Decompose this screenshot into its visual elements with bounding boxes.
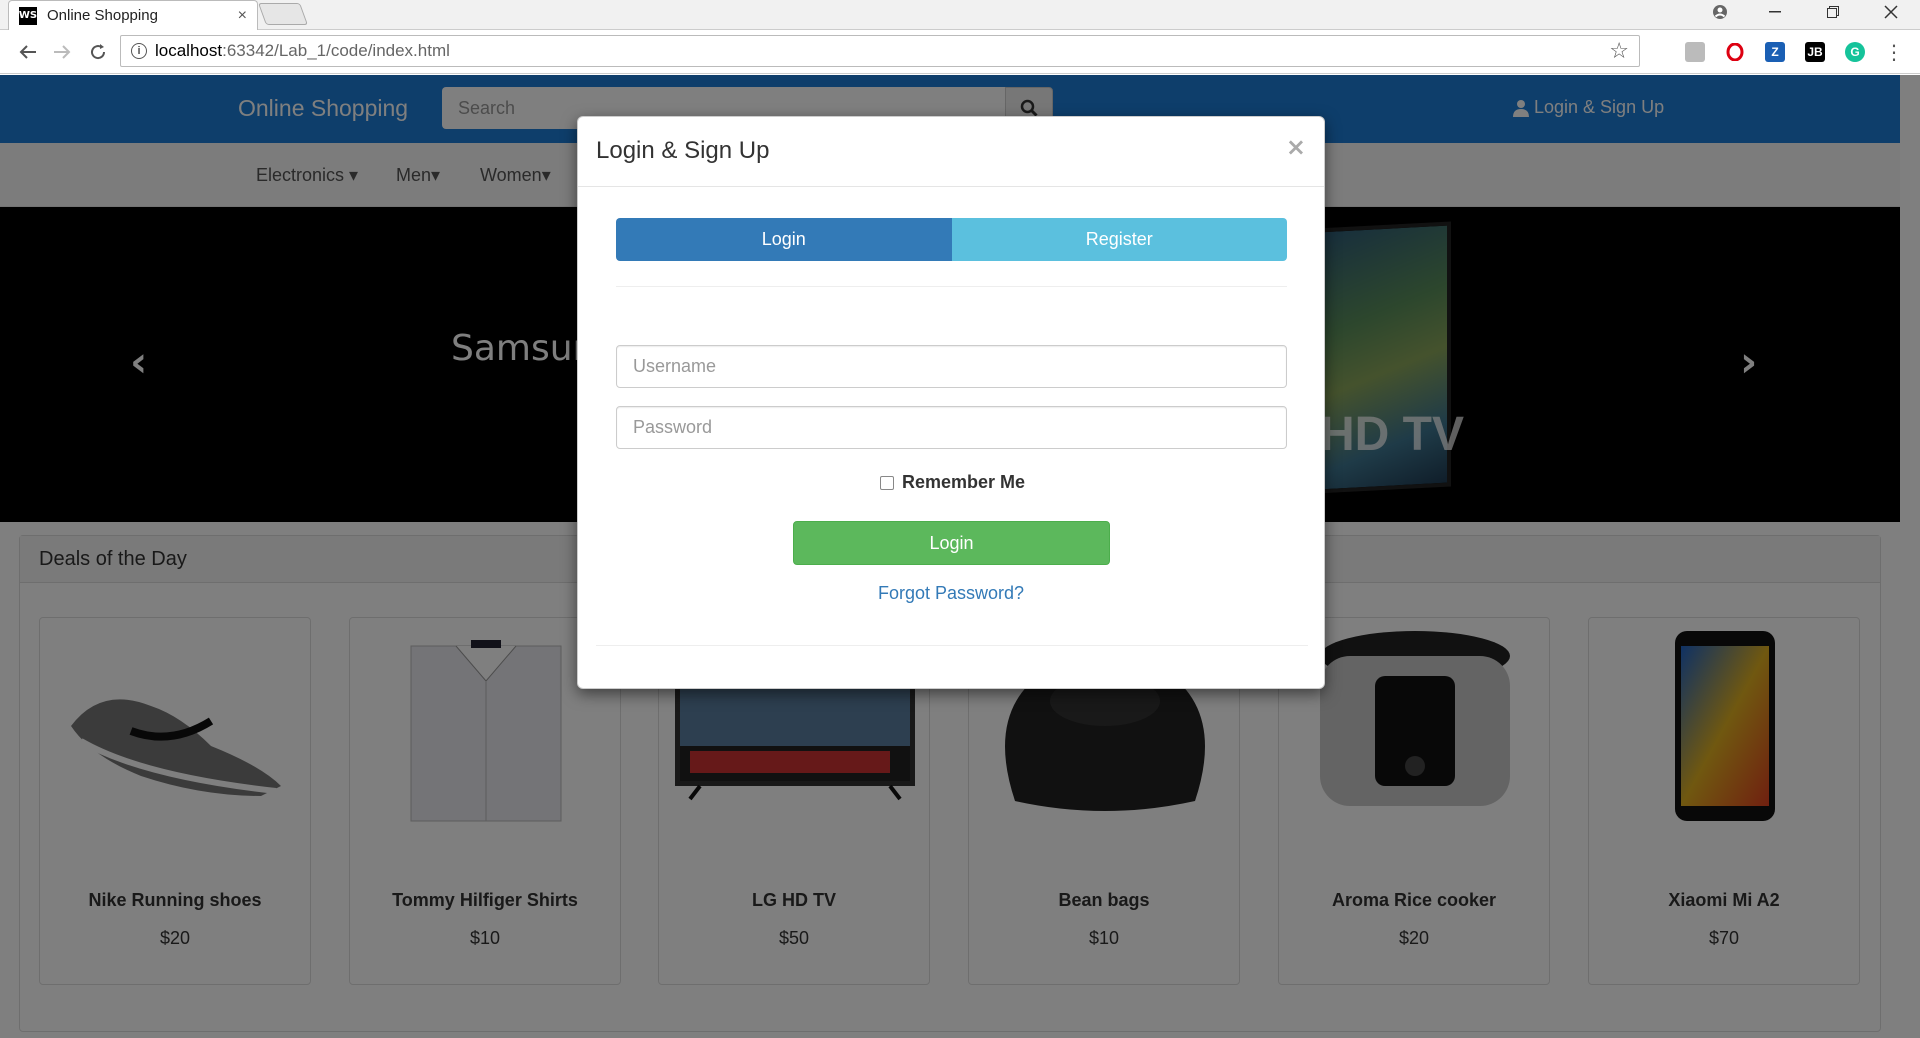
modal-header: Login & Sign Up × (578, 117, 1324, 187)
forgot-password-link[interactable]: Forgot Password? (578, 583, 1324, 604)
jetbrains-extension-icon[interactable]: JB (1805, 42, 1825, 62)
auth-tabs: Login Register (616, 218, 1287, 261)
menu-kebab-icon[interactable]: ⋮ (1880, 38, 1908, 66)
tabs-divider (616, 286, 1287, 287)
close-window-icon[interactable] (1871, 0, 1911, 24)
bookmark-star-icon[interactable]: ☆ (1609, 39, 1629, 64)
profile-icon[interactable] (1700, 0, 1740, 24)
webstorm-favicon-icon: WS (19, 6, 37, 25)
login-modal: Login & Sign Up × Login Register Usernam… (577, 116, 1325, 689)
browser-tab[interactable]: WS Online Shopping × (8, 0, 258, 30)
info-icon[interactable]: i (131, 43, 147, 59)
address-bar: i localhost :63342/Lab_1/code/index.html… (0, 30, 1920, 74)
tab-close-button[interactable]: × (238, 7, 247, 25)
url-host: localhost (155, 41, 223, 60)
reload-icon[interactable] (84, 38, 112, 66)
remember-me[interactable]: Remember Me (880, 472, 1025, 493)
new-tab-button[interactable] (257, 3, 309, 25)
grammarly-extension-icon[interactable]: G (1845, 42, 1865, 62)
restore-icon[interactable] (1813, 0, 1853, 24)
remember-me-checkbox[interactable] (880, 475, 894, 490)
minimize-icon[interactable] (1755, 0, 1795, 24)
opera-extension-icon[interactable] (1725, 42, 1745, 62)
modal-close-button[interactable]: × (1286, 133, 1306, 161)
modal-title: Login & Sign Up (596, 137, 770, 164)
url-input[interactable]: i localhost :63342/Lab_1/code/index.html… (120, 35, 1640, 67)
modal-footer-divider (596, 645, 1308, 646)
password-input[interactable]: Password (616, 406, 1287, 449)
browser-tab-bar: WS Online Shopping × (0, 0, 1920, 30)
tab-register[interactable]: Register (951, 218, 1287, 261)
pdf-extension-icon[interactable] (1685, 42, 1705, 62)
login-submit-button[interactable]: Login (793, 521, 1110, 565)
zotero-extension-icon[interactable]: Z (1765, 42, 1785, 62)
forward-icon[interactable] (48, 38, 76, 66)
back-icon[interactable] (14, 38, 42, 66)
tab-login[interactable]: Login (616, 218, 952, 261)
tab-title: Online Shopping (47, 7, 158, 24)
url-path: :63342/Lab_1/code/index.html (222, 41, 450, 60)
remember-me-label: Remember Me (902, 472, 1026, 492)
username-input[interactable]: Username (616, 345, 1287, 388)
